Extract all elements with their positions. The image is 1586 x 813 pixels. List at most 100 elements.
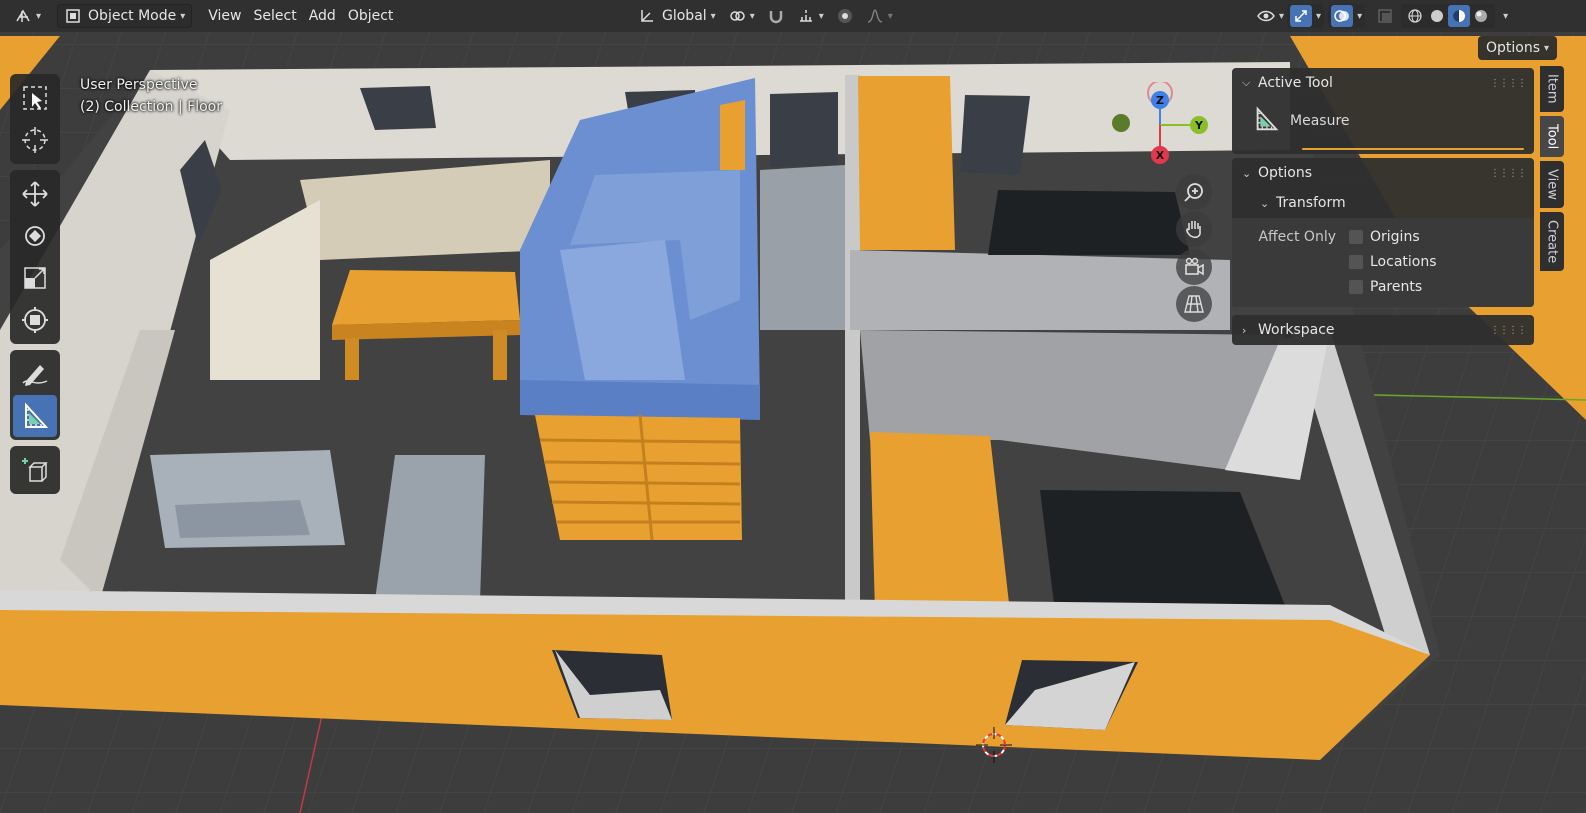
shading-mode-group <box>1401 4 1496 28</box>
transform-icon <box>22 307 48 333</box>
proportional-edit-toggle[interactable] <box>830 4 860 28</box>
chevron-down-icon: ▾ <box>710 10 716 22</box>
toggle-ortho-button[interactable] <box>1176 286 1212 322</box>
magnet-icon <box>767 7 785 25</box>
menu-view[interactable]: View <box>202 4 247 28</box>
transform-title: Transform <box>1276 195 1346 211</box>
origins-checkbox[interactable] <box>1348 228 1364 245</box>
measure-tool[interactable] <box>13 395 57 437</box>
svg-text:Y: Y <box>1194 119 1204 132</box>
active-tool-section: ⌵ Active Tool ⋮⋮⋮⋮ Measure <box>1232 68 1534 154</box>
falloff-select[interactable]: ▾ <box>860 4 899 28</box>
perspective-label: User Perspective <box>80 77 198 93</box>
options-section: ⌄ Options ⋮⋮⋮⋮ ⌄ Transform Affect Only O… <box>1232 158 1534 307</box>
mode-select[interactable]: Object Mode ▾ <box>57 4 193 28</box>
solid-shading-button[interactable] <box>1426 5 1448 27</box>
pivot-icon <box>728 7 746 25</box>
sidebar-panel: ⌵ Active Tool ⋮⋮⋮⋮ Measure ⌄ Options ⋮⋮⋮… <box>1232 68 1534 345</box>
transform-orientation-select[interactable]: Global ▾ <box>632 4 722 28</box>
annotate-tool[interactable] <box>13 353 57 395</box>
options-header[interactable]: ⌄ Options ⋮⋮⋮⋮ <box>1232 158 1534 188</box>
3d-viewport[interactable]: ▾ Object Mode ▾ View Select Add Object G… <box>0 0 1586 813</box>
visibility-select[interactable]: ▾ <box>1254 4 1287 28</box>
chevron-down-icon[interactable]: ▾ <box>1357 11 1362 22</box>
viewport-options-dropdown[interactable]: Options ▾ <box>1478 36 1558 60</box>
locations-label[interactable]: Locations <box>1370 254 1437 270</box>
snap-increment-icon <box>797 7 815 25</box>
add-cube-tool[interactable] <box>13 449 57 491</box>
add-cube-icon <box>22 458 48 482</box>
eye-icon <box>1257 7 1275 25</box>
tab-view[interactable]: View <box>1540 160 1564 208</box>
menu-object[interactable]: Object <box>342 4 400 28</box>
snap-target-select[interactable]: ▾ <box>791 4 830 28</box>
navigation-gizmo[interactable]: Z Y X <box>1100 82 1220 172</box>
drag-grip-icon[interactable]: ⋮⋮⋮⋮ <box>1490 78 1527 89</box>
tab-item[interactable]: Item <box>1540 66 1564 112</box>
scale-icon <box>24 267 46 289</box>
transform-tool[interactable] <box>13 299 57 341</box>
options-title: Options <box>1258 165 1313 181</box>
transform-subheader[interactable]: ⌄ Transform <box>1232 188 1534 218</box>
scale-tool[interactable] <box>13 257 57 299</box>
active-tool-header[interactable]: ⌵ Active Tool ⋮⋮⋮⋮ <box>1232 68 1534 98</box>
chevron-down-icon: ▾ <box>818 10 824 22</box>
snap-toggle[interactable] <box>761 4 791 28</box>
chevron-down-icon: ▾ <box>36 10 42 22</box>
chevron-down-icon: ▾ <box>1544 42 1550 54</box>
drag-grip-icon[interactable]: ⋮⋮⋮⋮ <box>1490 325 1527 336</box>
pivot-point-select[interactable]: ▾ <box>722 4 761 28</box>
menu-add[interactable]: Add <box>303 4 342 28</box>
proportional-edit-icon <box>836 7 854 25</box>
chevron-down-icon[interactable]: ▾ <box>1503 11 1508 22</box>
tab-create[interactable]: Create <box>1540 211 1564 271</box>
material-shading-button[interactable] <box>1448 5 1471 27</box>
chevron-down-icon: ▾ <box>180 10 186 22</box>
workspace-section: › Workspace ⋮⋮⋮⋮ <box>1232 315 1534 345</box>
sidebar-tabs: Item Tool View Create <box>1540 66 1566 275</box>
select-box-icon <box>23 86 47 110</box>
workspace-header[interactable]: › Workspace ⋮⋮⋮⋮ <box>1232 315 1534 345</box>
tab-tool[interactable]: Tool <box>1540 115 1564 157</box>
drag-grip-icon[interactable]: ⋮⋮⋮⋮ <box>1490 168 1527 179</box>
menu-select[interactable]: Select <box>248 4 303 28</box>
svg-text:Z: Z <box>1156 94 1164 107</box>
chevron-down-icon: ▾ <box>749 10 755 22</box>
parents-label[interactable]: Parents <box>1370 279 1422 295</box>
object-mode-icon <box>64 7 82 25</box>
rendered-shading-button[interactable] <box>1470 5 1492 27</box>
affect-only-label: Affect Only <box>1258 228 1336 245</box>
orientation-label: Global <box>662 8 707 24</box>
ruler-icon <box>25 402 49 428</box>
pan-button[interactable] <box>1176 211 1212 247</box>
falloff-curve-icon <box>866 7 884 25</box>
camera-icon <box>1185 257 1204 276</box>
measure-tool-icon <box>1252 105 1280 137</box>
overlay-toggle-group: ▾ <box>1328 4 1366 28</box>
viewport-info: User Perspective (2) Collection | Floor <box>80 74 222 118</box>
wireframe-shading-button[interactable] <box>1404 5 1426 27</box>
chevron-down-icon: ⌄ <box>1242 166 1252 180</box>
select-box-tool[interactable] <box>13 77 57 119</box>
parents-checkbox[interactable] <box>1348 278 1364 295</box>
grid-perspective-icon <box>1184 295 1204 313</box>
locations-checkbox[interactable] <box>1348 253 1364 270</box>
chevron-down-icon: ⌵ <box>1242 76 1251 89</box>
zoom-button[interactable] <box>1176 174 1212 210</box>
rotate-icon <box>25 226 45 246</box>
chevron-down-icon: ▾ <box>1279 10 1285 22</box>
move-icon <box>22 181 48 207</box>
camera-view-button[interactable] <box>1176 249 1212 285</box>
editor-type-button[interactable]: ▾ <box>8 4 47 28</box>
tool-name: Measure <box>1290 113 1350 129</box>
gizmo-toggle[interactable] <box>1290 5 1313 27</box>
overlay-toggle[interactable] <box>1331 5 1354 27</box>
orientation-icon <box>638 7 656 25</box>
cursor-tool[interactable] <box>13 119 57 161</box>
rotate-tool[interactable] <box>13 215 57 257</box>
xray-toggle[interactable] <box>1373 5 1397 27</box>
chevron-down-icon: ▾ <box>887 10 893 22</box>
move-tool[interactable] <box>13 173 57 215</box>
chevron-down-icon[interactable]: ▾ <box>1316 11 1321 22</box>
origins-label[interactable]: Origins <box>1370 229 1420 245</box>
